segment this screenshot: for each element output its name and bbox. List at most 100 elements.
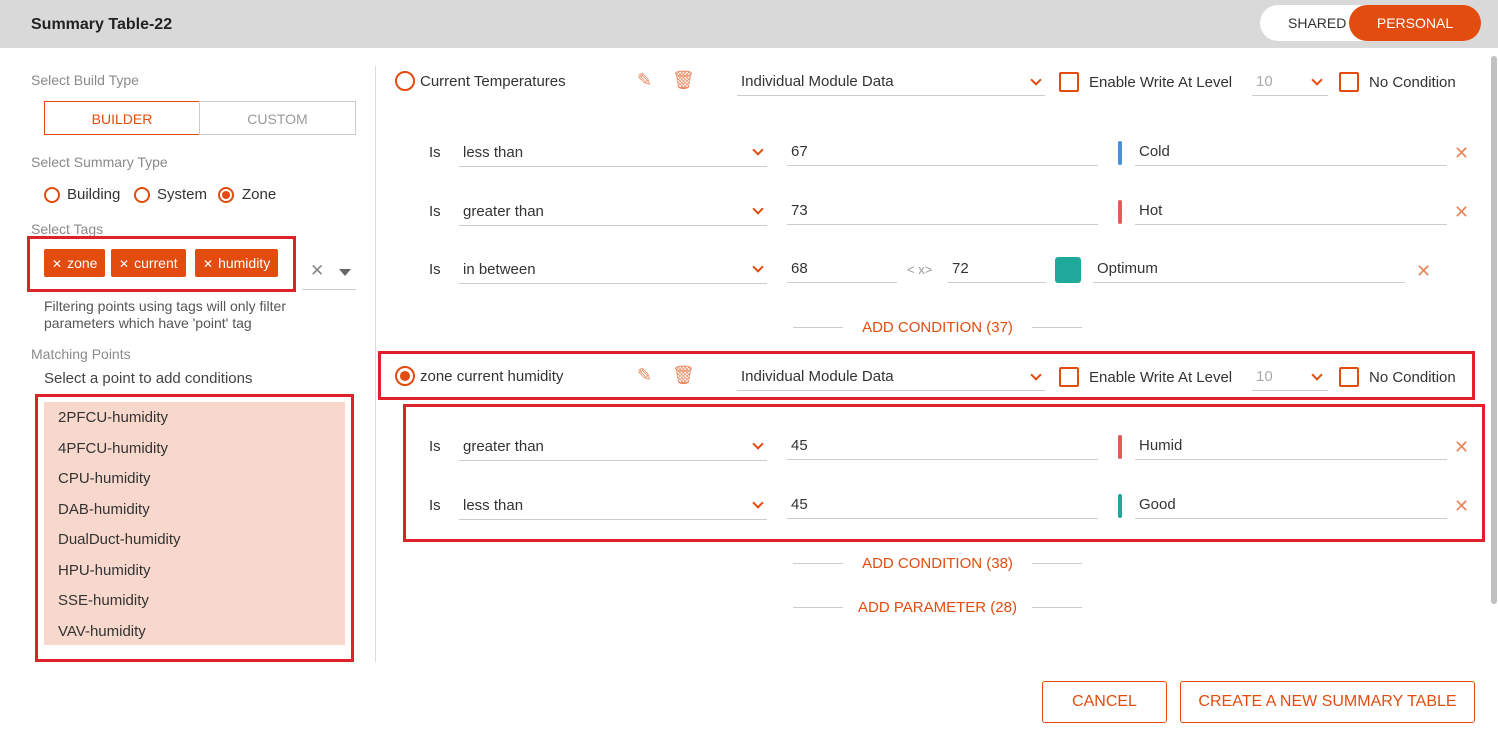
- conditions-highlight-box: [403, 404, 1485, 542]
- builder-tab[interactable]: BUILDER: [44, 101, 200, 135]
- zone-radio-label: Zone: [242, 186, 277, 203]
- remove-condition-icon[interactable]: ✕: [1454, 143, 1469, 164]
- level-value: 10: [1256, 368, 1273, 385]
- delete-icon[interactable]: 🗑: [672, 365, 695, 386]
- panel-divider: [375, 66, 376, 662]
- is-label: Is: [429, 497, 441, 514]
- label-input[interactable]: Hot: [1135, 197, 1447, 225]
- clear-tags-icon[interactable]: ✕: [310, 261, 324, 281]
- label-input[interactable]: Humid: [1135, 432, 1447, 460]
- color-indicator[interactable]: [1118, 494, 1122, 518]
- color-swatch[interactable]: [1055, 257, 1081, 283]
- dialog-header: Summary Table-22 SHARED PERSONAL: [0, 0, 1498, 48]
- list-item[interactable]: DualDuct-humidity: [58, 531, 181, 548]
- personal-toggle-option[interactable]: PERSONAL: [1349, 5, 1481, 41]
- data-source-value: Individual Module Data: [741, 368, 894, 385]
- list-item[interactable]: SSE-humidity: [58, 592, 149, 609]
- list-item[interactable]: CPU-humidity: [58, 470, 151, 487]
- list-item[interactable]: VAV-humidity: [58, 623, 146, 640]
- value-input[interactable]: 45: [787, 491, 1098, 519]
- no-condition-checkbox[interactable]: [1339, 367, 1359, 387]
- remove-tag-icon[interactable]: ✕: [52, 257, 62, 271]
- operator-select[interactable]: greater than: [459, 433, 767, 461]
- is-label: Is: [429, 261, 441, 278]
- tag-chip-zone[interactable]: ✕ zone: [44, 249, 106, 277]
- matching-points-label: Matching Points: [31, 346, 131, 362]
- matching-points-hint: Select a point to add conditions: [44, 370, 253, 387]
- is-label: Is: [429, 144, 441, 161]
- remove-condition-icon[interactable]: ✕: [1454, 202, 1469, 223]
- remove-tag-icon[interactable]: ✕: [119, 257, 129, 271]
- divider-line: [793, 563, 843, 564]
- edit-icon[interactable]: ✎: [637, 365, 652, 386]
- remove-condition-icon[interactable]: ✕: [1454, 437, 1469, 458]
- param-radio-zone-current-humidity[interactable]: [395, 366, 415, 386]
- param-radio-current-temperatures[interactable]: [395, 71, 415, 91]
- param-name: zone current humidity: [420, 368, 564, 385]
- param-name: Current Temperatures: [420, 73, 566, 90]
- between-separator: < x>: [907, 262, 933, 277]
- enable-write-label: Enable Write At Level: [1089, 369, 1233, 386]
- building-radio[interactable]: [44, 187, 60, 203]
- filter-note-line2: parameters which have 'point' tag: [44, 315, 252, 331]
- remove-tag-icon[interactable]: ✕: [203, 257, 213, 271]
- max-value-input[interactable]: 72: [948, 255, 1046, 283]
- operator-value: greater than: [463, 203, 544, 220]
- enable-write-label: Enable Write At Level: [1089, 74, 1233, 91]
- add-parameter-button[interactable]: ADD PARAMETER (28): [843, 599, 1032, 616]
- no-condition-checkbox[interactable]: [1339, 72, 1359, 92]
- cancel-button[interactable]: CANCEL: [1042, 681, 1167, 723]
- system-radio[interactable]: [134, 187, 150, 203]
- tags-underline: [302, 289, 356, 290]
- add-condition-button[interactable]: ADD CONDITION (37): [843, 319, 1032, 336]
- tags-dropdown-icon[interactable]: [339, 269, 351, 276]
- color-indicator[interactable]: [1118, 141, 1122, 165]
- operator-select[interactable]: in between: [459, 256, 767, 284]
- shared-toggle-option[interactable]: SHARED: [1288, 15, 1346, 31]
- enable-write-checkbox[interactable]: [1059, 367, 1079, 387]
- remove-condition-icon[interactable]: ✕: [1454, 496, 1469, 517]
- label-input[interactable]: Cold: [1135, 138, 1447, 166]
- scrollbar-thumb[interactable]: [1491, 56, 1497, 604]
- zone-radio[interactable]: [218, 187, 234, 203]
- data-source-select[interactable]: Individual Module Data: [737, 68, 1045, 96]
- tag-chip-humidity[interactable]: ✕ humidity: [195, 249, 279, 277]
- edit-icon[interactable]: ✎: [637, 70, 652, 91]
- divider-line: [1032, 327, 1082, 328]
- shared-personal-toggle[interactable]: SHARED PERSONAL: [1260, 5, 1481, 41]
- operator-select[interactable]: less than: [459, 139, 767, 167]
- create-summary-table-button[interactable]: CREATE A NEW SUMMARY TABLE: [1180, 681, 1475, 723]
- tags-label: Select Tags: [31, 221, 104, 237]
- level-value: 10: [1256, 73, 1273, 90]
- enable-write-checkbox[interactable]: [1059, 72, 1079, 92]
- remove-condition-icon[interactable]: ✕: [1416, 261, 1431, 282]
- operator-value: in between: [463, 261, 536, 278]
- list-item[interactable]: 4PFCU-humidity: [58, 440, 168, 457]
- build-type-label: Select Build Type: [31, 72, 139, 88]
- data-source-select[interactable]: Individual Module Data: [737, 363, 1045, 391]
- divider-line: [1032, 607, 1082, 608]
- color-indicator[interactable]: [1118, 435, 1122, 459]
- divider-line: [793, 327, 843, 328]
- value-input[interactable]: 67: [787, 138, 1098, 166]
- list-item[interactable]: 2PFCU-humidity: [58, 409, 168, 426]
- operator-value: less than: [463, 144, 524, 161]
- color-indicator[interactable]: [1118, 200, 1122, 224]
- value-input[interactable]: 73: [787, 197, 1098, 225]
- operator-value: less than: [463, 497, 524, 514]
- custom-tab[interactable]: CUSTOM: [199, 101, 356, 135]
- building-radio-label: Building: [67, 186, 121, 203]
- min-value-input[interactable]: 68: [787, 255, 897, 283]
- operator-select[interactable]: greater than: [459, 198, 767, 226]
- delete-icon[interactable]: 🗑: [672, 70, 695, 91]
- is-label: Is: [429, 438, 441, 455]
- data-source-value: Individual Module Data: [741, 73, 894, 90]
- add-condition-button[interactable]: ADD CONDITION (38): [843, 555, 1032, 572]
- operator-select[interactable]: less than: [459, 492, 767, 520]
- tag-chip-current[interactable]: ✕ current: [111, 249, 186, 277]
- value-input[interactable]: 45: [787, 432, 1098, 460]
- list-item[interactable]: DAB-humidity: [58, 501, 150, 518]
- list-item[interactable]: HPU-humidity: [58, 562, 151, 579]
- label-input[interactable]: Optimum: [1093, 255, 1405, 283]
- label-input[interactable]: Good: [1135, 491, 1447, 519]
